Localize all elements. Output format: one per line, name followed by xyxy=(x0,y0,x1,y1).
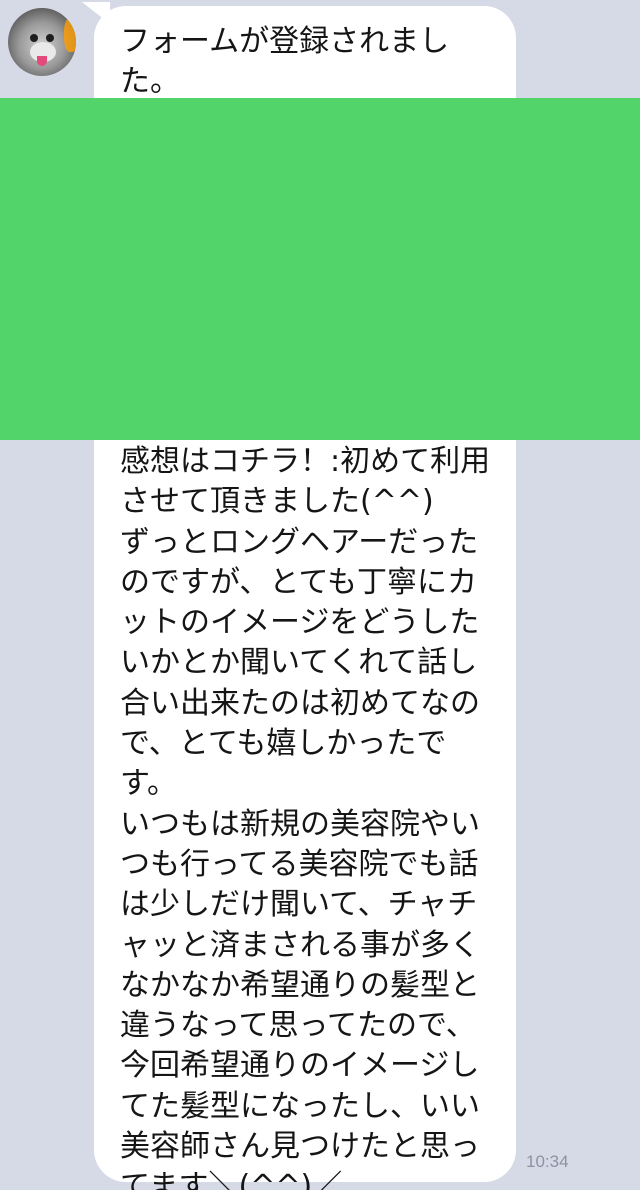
avatar-accent xyxy=(64,18,76,52)
dog-avatar-icon[interactable] xyxy=(8,8,76,76)
avatar-eye-right xyxy=(46,34,54,42)
avatar-tongue xyxy=(37,56,47,66)
message-text-top: フォームが登録されまし た。 xyxy=(120,24,450,100)
avatar-eye-left xyxy=(30,34,38,42)
message-text-body: 感想はコチラ！:初めて利用 させて頂きました(^^) ずっとロングヘアーだった … xyxy=(120,444,491,1190)
redaction-block xyxy=(0,98,640,440)
message-timestamp: 10:34 xyxy=(526,1152,569,1171)
